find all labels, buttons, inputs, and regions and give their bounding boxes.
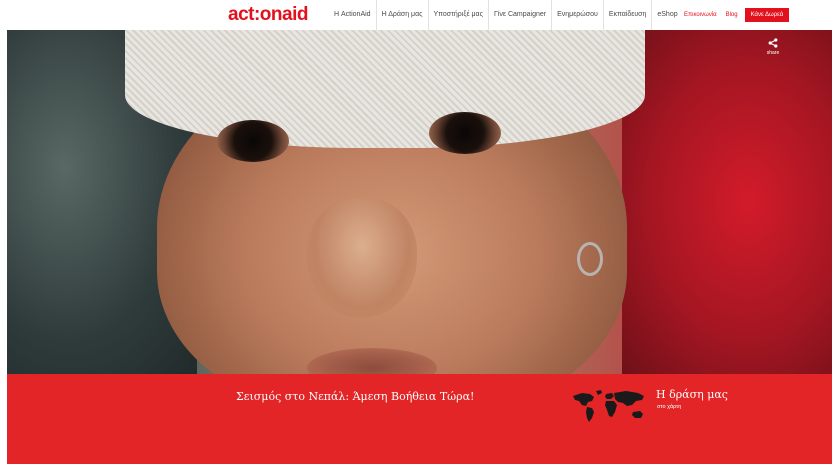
hero-image (7, 30, 832, 374)
share-button[interactable]: share (764, 38, 782, 56)
nav-item-eshop[interactable]: eShop (652, 0, 682, 30)
head-bandage (125, 30, 645, 148)
earring (577, 242, 603, 276)
share-icon (764, 38, 782, 48)
nav-item-education[interactable]: Εκπαίδευση (604, 0, 653, 30)
world-map-icon[interactable] (570, 388, 650, 424)
emergency-headline-link[interactable]: Σεισμός στο Νεπάλ: Άμεση Βοήθεια Τώρα! (236, 390, 474, 403)
share-label: share (766, 50, 780, 56)
nav-item-our-action[interactable]: Η Δράση μας (377, 0, 429, 30)
right-eye (429, 112, 501, 154)
hero-background-right (622, 30, 832, 374)
nav-item-news[interactable]: Ενημερώσου (552, 0, 604, 30)
nav-item-campaigner[interactable]: Γίνε Campaigner (489, 0, 553, 30)
nav-item-actionaid[interactable]: Η ActionAid (329, 0, 377, 30)
utility-links: Επικοινωνία Blog Κάνε Δωρεά (684, 0, 790, 30)
left-eye (217, 120, 289, 162)
blog-link[interactable]: Blog (726, 12, 738, 18)
map-link-title[interactable]: Η δράση μας (656, 388, 728, 401)
actionaid-logo[interactable]: act:onaid (228, 5, 308, 25)
nose (307, 198, 417, 318)
nav-item-support-us[interactable]: Υποστήριξέ μας (429, 0, 489, 30)
donate-button[interactable]: Κάνε Δωρεά (744, 8, 790, 22)
map-link-subtitle: στο χάρτη (657, 404, 682, 410)
main-nav: Η ActionAid Η Δράση μας Υποστήριξέ μας Γ… (329, 0, 683, 30)
top-navigation-bar: act:onaid Η ActionAid Η Δράση μας Υποστή… (0, 0, 832, 30)
contact-link[interactable]: Επικοινωνία (684, 12, 717, 18)
